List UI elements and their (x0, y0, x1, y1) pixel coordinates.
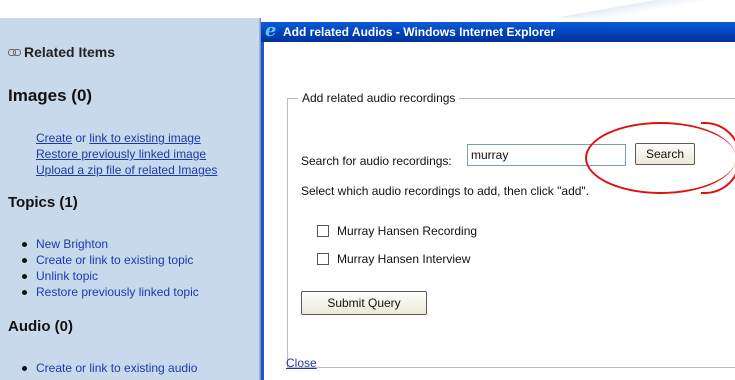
audio-section-title: Audio (0) (8, 318, 73, 335)
topic-item-restore[interactable]: Restore previously linked topic (20, 284, 199, 300)
upload-zip-link[interactable]: Upload a zip file of related Images (36, 163, 217, 177)
result-checkbox[interactable] (317, 253, 329, 265)
audio-list: Create or link to existing audio (20, 360, 197, 376)
fieldset-legend: Add related audio recordings (298, 91, 460, 105)
link-existing-image-link[interactable]: link to existing image (89, 131, 200, 145)
internet-explorer-icon (264, 20, 280, 41)
images-links: Create or link to existing image Restore… (36, 130, 217, 178)
topic-item-new-brighton[interactable]: New Brighton (20, 236, 199, 252)
related-items-title: Related Items (24, 44, 116, 60)
restore-image-link[interactable]: Restore previously linked image (36, 147, 206, 161)
audio-item-create-link[interactable]: Create or link to existing audio (20, 360, 197, 376)
close-link[interactable]: Close (286, 356, 317, 370)
instructions-text: Select which audio recordings to add, th… (301, 184, 590, 198)
submit-query-button[interactable]: Submit Query (301, 291, 427, 315)
search-label: Search for audio recordings: (301, 154, 452, 168)
page-header-swoosh (430, 0, 735, 18)
result-row-recording[interactable]: Murray Hansen Recording (317, 224, 477, 238)
window-titlebar[interactable]: Add related Audios - Windows Internet Ex… (261, 20, 735, 42)
add-related-audios-window: Add related Audios - Windows Internet Ex… (260, 18, 735, 380)
result-label: Murray Hansen Recording (337, 224, 478, 238)
topic-item-create-link[interactable]: Create or link to existing topic (20, 252, 199, 268)
topics-section-title: Topics (1) (8, 194, 78, 211)
result-row-interview[interactable]: Murray Hansen Interview (317, 252, 470, 266)
highlight-oval-annotation-right (701, 122, 735, 194)
topics-list: New Brighton Create or link to existing … (20, 236, 199, 300)
window-title: Add related Audios - Windows Internet Ex… (283, 25, 556, 39)
images-section-title: Images (0) (8, 86, 93, 105)
related-items-header: Related Items (8, 44, 115, 60)
result-checkbox[interactable] (317, 225, 329, 237)
result-label: Murray Hansen Interview (337, 252, 471, 266)
search-button[interactable]: Search (635, 143, 695, 165)
link-chain-icon (8, 48, 21, 56)
topic-item-unlink[interactable]: Unlink topic (20, 268, 199, 284)
or-text: or (75, 131, 87, 145)
create-image-link[interactable]: Create (36, 131, 72, 145)
